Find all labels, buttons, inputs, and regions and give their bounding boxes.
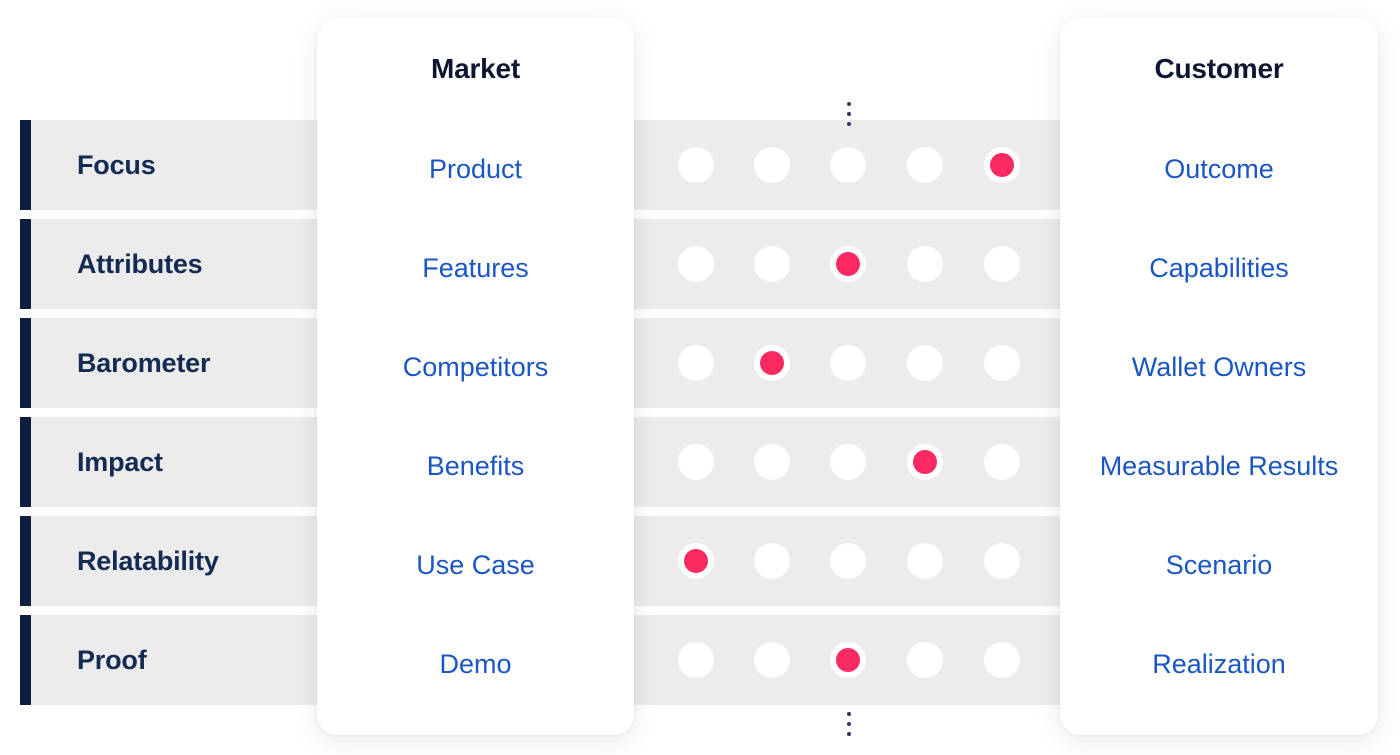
row-accent-bar [20, 417, 31, 507]
row-label: Focus [77, 150, 156, 180]
ellipsis-dot [846, 732, 851, 736]
row-accent-bar [20, 516, 31, 606]
row-dot-track [656, 615, 1062, 705]
dot-inactive[interactable] [754, 642, 790, 678]
row-dot-track [656, 516, 1062, 606]
dot-inactive[interactable] [830, 147, 866, 183]
dot-active[interactable] [830, 642, 866, 678]
row-dot-track [656, 417, 1062, 507]
row-label: Attributes [77, 249, 203, 279]
dot-inactive[interactable] [907, 642, 943, 678]
market-card-title: Market [430, 53, 521, 84]
ellipsis-bottom-icon [844, 712, 853, 736]
row-label: Barometer [77, 348, 211, 378]
ellipsis-dot [846, 722, 851, 726]
dot-inactive[interactable] [984, 345, 1020, 381]
row-label: Proof [77, 645, 147, 675]
dot-inactive[interactable] [678, 246, 714, 282]
dot-active[interactable] [830, 246, 866, 282]
dot-active[interactable] [984, 147, 1020, 183]
dot-active-pip [760, 351, 784, 375]
row-dot-track [656, 120, 1062, 210]
market-value: Product [428, 154, 523, 184]
dot-inactive[interactable] [830, 543, 866, 579]
dot-active-pip [990, 153, 1014, 177]
dot-inactive[interactable] [984, 246, 1020, 282]
dot-active-pip [836, 648, 860, 672]
dot-inactive[interactable] [984, 642, 1020, 678]
dot-inactive[interactable] [830, 444, 866, 480]
market-value: Features [422, 253, 529, 283]
row-dot-track [656, 219, 1062, 309]
customer-value: Outcome [1164, 154, 1274, 184]
ellipsis-dot [846, 122, 851, 126]
ellipsis-dot [846, 112, 851, 116]
customer-value: Scenario [1165, 550, 1273, 580]
dot-active[interactable] [907, 444, 943, 480]
ellipsis-dot [846, 712, 851, 716]
dot-inactive[interactable] [754, 147, 790, 183]
market-value: Benefits [426, 451, 525, 481]
row-label: Relatability [77, 546, 219, 576]
customer-value: Realization [1152, 649, 1286, 679]
row-accent-bar [20, 120, 31, 210]
customer-value: Wallet Owners [1131, 352, 1307, 382]
dot-inactive[interactable] [678, 444, 714, 480]
dot-inactive[interactable] [830, 345, 866, 381]
dot-inactive[interactable] [678, 642, 714, 678]
dot-inactive[interactable] [984, 543, 1020, 579]
dot-inactive[interactable] [754, 444, 790, 480]
dot-inactive[interactable] [984, 444, 1020, 480]
row-label: Impact [77, 447, 163, 477]
dot-inactive[interactable] [907, 147, 943, 183]
customer-card: Customer Outcome Capabilities Wallet Owner… [1060, 18, 1378, 735]
customer-value: Capabilities [1149, 253, 1289, 283]
dot-active-pip [684, 549, 708, 573]
dot-active-pip [913, 450, 937, 474]
customer-card-title: Customer [1154, 53, 1284, 84]
dot-active-pip [836, 252, 860, 276]
dot-active[interactable] [678, 543, 714, 579]
market-value: Competitors [402, 352, 549, 382]
row-accent-bar [20, 219, 31, 309]
dot-inactive[interactable] [678, 147, 714, 183]
dot-active[interactable] [754, 345, 790, 381]
dot-inactive[interactable] [907, 246, 943, 282]
market-value: Use Case [416, 550, 535, 580]
row-dot-track [656, 318, 1062, 408]
comparison-matrix: Focus Attributes Barometer Impact Relatabili… [0, 0, 1400, 755]
row-accent-bar [20, 318, 31, 408]
customer-value: Measurable Results [1099, 451, 1339, 481]
market-value: Demo [439, 649, 512, 679]
dot-inactive[interactable] [907, 543, 943, 579]
market-card: Market Product Features Competitors Benefit… [317, 18, 634, 735]
dot-inactive[interactable] [907, 345, 943, 381]
ellipsis-dot [846, 102, 851, 106]
dot-inactive[interactable] [678, 345, 714, 381]
market-card-values: Product Features Competitors Benefits Use Ca… [317, 120, 634, 714]
dot-inactive[interactable] [754, 543, 790, 579]
ellipsis-top-icon [844, 102, 853, 126]
customer-card-values: Outcome Capabilities Wallet Owners Measurab… [1060, 120, 1378, 714]
dot-inactive[interactable] [754, 246, 790, 282]
row-accent-bar [20, 615, 31, 705]
